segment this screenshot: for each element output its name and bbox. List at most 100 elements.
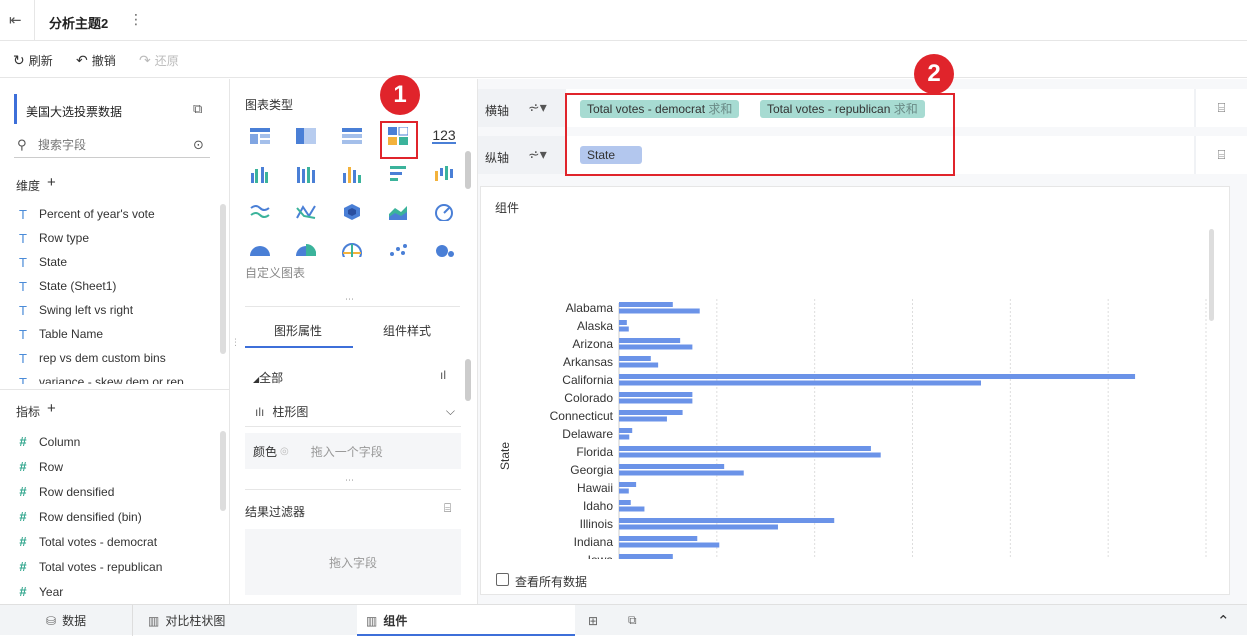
kpi-number-icon[interactable]: 123 [429, 121, 459, 151]
gauge-chart-icon[interactable] [429, 197, 459, 227]
filter-clear-icon[interactable]: ⌸ [444, 501, 451, 516]
resize-handle-icon[interactable]: ⋯ [345, 475, 354, 486]
bar[interactable] [619, 410, 683, 415]
bar[interactable] [619, 362, 659, 368]
bubble-chart-icon[interactable] [429, 235, 459, 265]
grouped-bar-icon[interactable] [245, 159, 275, 189]
range-column-icon[interactable] [429, 159, 459, 189]
bar[interactable] [619, 524, 778, 530]
dimension-item[interactable]: T Row type [0, 226, 215, 250]
refresh-button[interactable]: ↻ 刷新 [13, 50, 53, 70]
bar[interactable] [619, 500, 631, 505]
chart-type-scrollbar[interactable] [465, 151, 471, 189]
map-chart-icon[interactable] [337, 235, 367, 265]
measure-item[interactable]: # Row densified (bin) [0, 504, 215, 529]
panel-resize-icon[interactable]: ⋮ [231, 337, 240, 348]
resize-handle-icon[interactable]: ⋯ [345, 294, 355, 305]
bar[interactable] [619, 482, 637, 487]
tab-data[interactable]: ⛁ 数据 [46, 605, 86, 636]
add-measure-icon[interactable]: + [47, 400, 56, 417]
y-axis-sort-icon[interactable]: ⩫▾ [528, 146, 547, 163]
table-chart-icon[interactable] [245, 121, 275, 151]
dimension-item[interactable]: Tvariance - skew dem or rep [0, 370, 215, 385]
bar[interactable] [619, 488, 629, 494]
chart-type-select[interactable]: ılı 柱形图 ⌵ [245, 397, 461, 427]
dimension-item[interactable]: T Swing left vs right [0, 298, 215, 322]
area-chart-icon[interactable] [383, 197, 413, 227]
add-dashboard-icon[interactable]: ⧉ [628, 605, 637, 636]
switch-dataset-icon[interactable]: ⧉ [193, 101, 202, 117]
dimension-item[interactable]: T Percent of year's vote [0, 202, 215, 226]
measure-item[interactable]: # Column [0, 429, 215, 454]
bar[interactable] [619, 518, 835, 523]
bar[interactable] [619, 392, 693, 397]
wave-chart-icon[interactable] [245, 197, 275, 227]
bar[interactable] [619, 374, 1136, 379]
chart-scrollbar[interactable] [1209, 229, 1214, 321]
search-input[interactable] [38, 136, 183, 154]
add-dimension-icon[interactable]: + [47, 174, 56, 191]
config-scrollbar[interactable] [465, 359, 471, 401]
bar-chart-icon[interactable] [383, 159, 413, 189]
y-axis-clear-button[interactable]: ⌸ [1196, 136, 1247, 174]
bar[interactable] [619, 338, 681, 343]
bar[interactable] [619, 416, 667, 422]
detail-table-icon[interactable] [337, 121, 367, 151]
scatter-chart-icon[interactable] [383, 235, 413, 265]
dimension-scrollbar[interactable] [220, 204, 226, 354]
bar[interactable] [619, 344, 693, 350]
column-chart-icon[interactable] [337, 159, 367, 189]
bar[interactable] [619, 464, 725, 469]
filter-drop-zone[interactable]: 拖入字段 [245, 529, 461, 595]
bar[interactable] [619, 428, 633, 433]
show-all-checkbox[interactable] [496, 573, 509, 586]
bar[interactable] [619, 302, 673, 307]
rose-chart-icon[interactable] [291, 235, 321, 265]
cross-table-icon[interactable] [291, 121, 321, 151]
bar[interactable] [619, 536, 698, 541]
measure-item[interactable]: # Row densified [0, 479, 215, 504]
bar[interactable] [619, 434, 630, 440]
pie-chart-icon[interactable] [245, 235, 275, 265]
x-axis-clear-button[interactable]: ⌸ [1196, 89, 1247, 127]
redo-button[interactable]: ↷ 还原 [139, 50, 179, 70]
x-axis-sort-icon[interactable]: ⩫▾ [528, 99, 547, 116]
measure-item[interactable]: # Row [0, 454, 215, 479]
undo-button[interactable]: ↶ 撤销 [76, 50, 116, 70]
tab-compare-bar[interactable]: ▥ 对比柱状图 [148, 605, 225, 636]
all-section-label[interactable]: ◢全部 [253, 369, 283, 386]
options-icon[interactable]: ⊙ [193, 137, 204, 153]
dimension-item[interactable]: T State (Sheet1) [0, 274, 215, 298]
line-chart-icon[interactable] [291, 197, 321, 227]
tab-component-style[interactable]: 组件样式 [383, 322, 431, 339]
bar[interactable] [619, 470, 744, 476]
bar[interactable] [619, 542, 720, 548]
dimension-item[interactable]: T Table Name [0, 322, 215, 346]
bar[interactable] [619, 356, 651, 361]
bar[interactable] [619, 446, 871, 451]
bar[interactable] [619, 308, 700, 314]
more-icon[interactable]: ⋮ [129, 11, 143, 28]
measure-item[interactable]: # Year [0, 579, 215, 604]
bar[interactable] [619, 452, 881, 458]
tab-graphic-properties[interactable]: 图形属性 [274, 322, 322, 339]
tab-component[interactable]: ▥ 组件 [366, 605, 407, 636]
color-drop-zone[interactable]: 颜色 ◎ 拖入一个字段 [245, 433, 461, 469]
exit-icon[interactable]: ⇤ [9, 11, 22, 29]
measure-item[interactable]: # Total votes - democrat [0, 529, 215, 554]
dimension-item[interactable]: Trep vs dem custom bins [0, 346, 215, 370]
bar[interactable] [619, 320, 627, 325]
stacked-bar-icon[interactable] [291, 159, 321, 189]
dimension-item[interactable]: T State [0, 250, 215, 274]
measure-item[interactable]: # Total votes - republican [0, 554, 215, 579]
bar[interactable] [619, 398, 693, 404]
collapse-up-icon[interactable]: ⌃ [1217, 605, 1230, 636]
measure-scrollbar[interactable] [220, 431, 226, 511]
polygon-chart-icon[interactable] [337, 197, 367, 227]
bar[interactable] [619, 326, 629, 332]
bar[interactable] [619, 554, 673, 559]
add-component-icon[interactable]: ⊞ [588, 605, 598, 636]
custom-chart-label[interactable]: 自定义图表 [245, 264, 305, 281]
bar[interactable] [619, 380, 981, 386]
bar[interactable] [619, 506, 645, 512]
